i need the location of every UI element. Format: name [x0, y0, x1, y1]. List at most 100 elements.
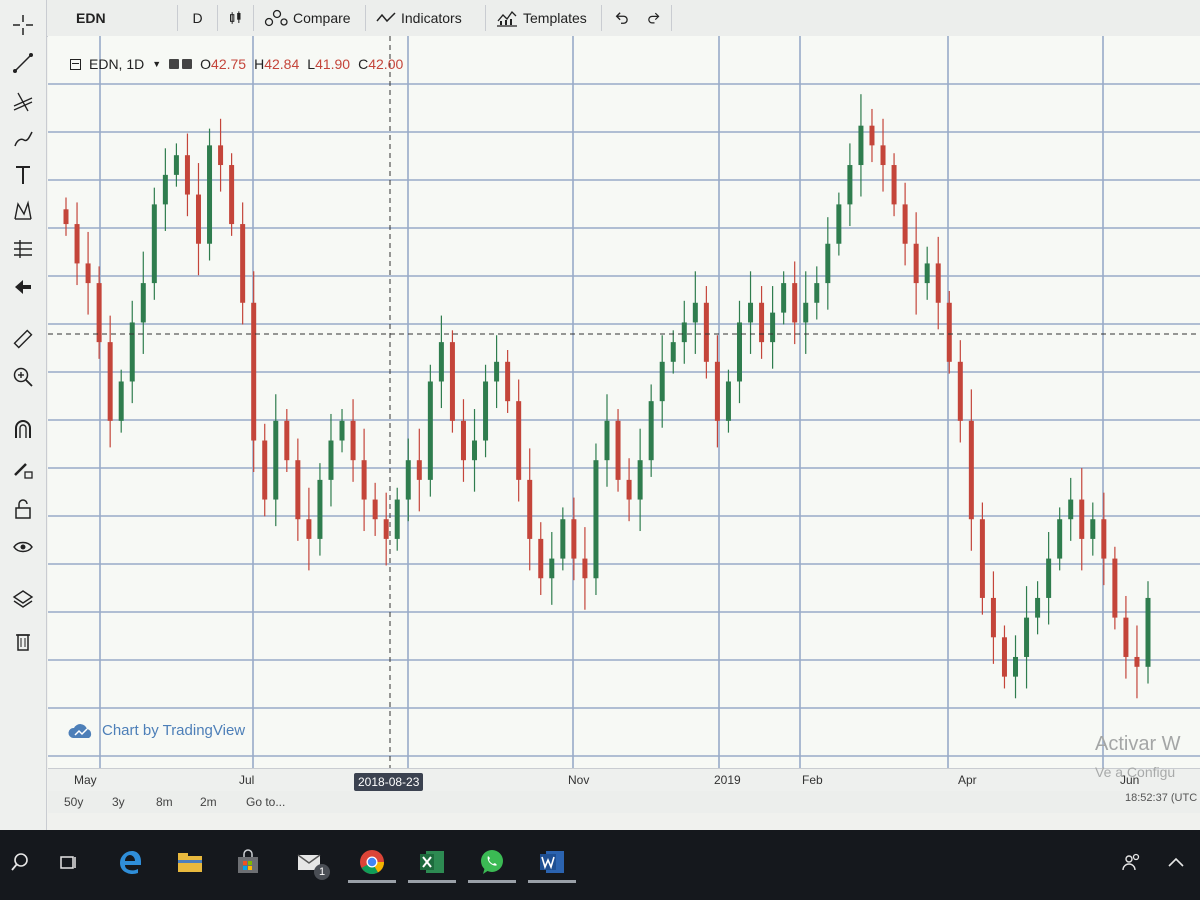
candle-body — [229, 165, 235, 225]
candle-body — [494, 361, 500, 382]
candle-body — [1134, 656, 1140, 667]
object-tree-tool[interactable] — [8, 584, 38, 614]
windows-activation-title: Activar W — [1095, 733, 1181, 755]
brush-tool[interactable] — [8, 124, 38, 154]
indicators-button[interactable]: Indicators — [366, 5, 486, 31]
interval-button[interactable]: D — [178, 5, 218, 31]
candle-body — [350, 420, 356, 461]
lock-drawing-tool[interactable] — [8, 454, 38, 484]
open-value: 42.75 — [211, 56, 247, 72]
ruler-tool[interactable] — [8, 324, 38, 354]
time-axis[interactable]: May Jul Nov 2019 Feb Apr Jun 2018-08-23 — [48, 768, 1200, 791]
task-view-button[interactable] — [48, 842, 88, 882]
settings-icon[interactable] — [169, 59, 180, 69]
whatsapp-button[interactable] — [472, 842, 512, 882]
chevron-down-icon[interactable]: ▼ — [152, 59, 161, 69]
candle-body — [637, 460, 643, 500]
candle-body — [770, 312, 776, 343]
candle-body — [858, 125, 864, 166]
remove-drawings-tool[interactable] — [8, 626, 38, 656]
windows-taskbar: 1 — [0, 830, 1200, 900]
text-tool[interactable] — [8, 160, 38, 190]
edge-browser-icon — [120, 851, 141, 874]
candle-body — [96, 283, 102, 343]
candle-body — [1035, 597, 1041, 618]
candle-body — [240, 224, 246, 303]
people-button[interactable] — [1112, 842, 1152, 882]
x-tick-label: Apr — [958, 773, 977, 787]
undo-button[interactable] — [604, 5, 638, 31]
unlock-icon — [15, 499, 31, 519]
zoom-tool[interactable] — [8, 362, 38, 392]
range-2m[interactable]: 2m — [200, 795, 217, 809]
candle-body — [935, 263, 941, 303]
chart-style-button[interactable] — [218, 5, 254, 31]
candle-body — [781, 283, 787, 313]
go-to-button[interactable]: Go to... — [246, 795, 285, 809]
candle-body — [1101, 519, 1107, 559]
ruler-icon — [13, 329, 33, 349]
templates-button[interactable]: Templates — [486, 5, 602, 31]
legend-symbol[interactable]: EDN, 1D — [89, 56, 144, 72]
hide-icon[interactable] — [182, 59, 193, 69]
tray-expand-button[interactable] — [1156, 842, 1196, 882]
pattern-icon — [14, 200, 32, 220]
candle-body — [306, 519, 312, 539]
candle-body — [725, 381, 731, 421]
candle-body — [162, 174, 168, 205]
price-chart[interactable] — [48, 36, 1200, 768]
hide-toolbar-button[interactable] — [8, 272, 38, 302]
high-value-group: H42.84 — [254, 56, 300, 72]
redo-button[interactable] — [638, 5, 672, 31]
chart-pane[interactable] — [48, 36, 1200, 768]
range-3y[interactable]: 3y — [112, 795, 125, 809]
excel-active-indicator — [408, 880, 456, 883]
candle-body — [527, 479, 533, 539]
templates-label: Templates — [523, 10, 587, 26]
candle-body — [582, 558, 588, 579]
candle-body — [880, 145, 886, 166]
candle-body — [604, 420, 610, 461]
candle-body — [924, 263, 930, 284]
candle-body — [814, 283, 820, 303]
magnet-icon — [15, 420, 31, 438]
candle-body — [659, 361, 665, 402]
people-icon — [1122, 853, 1140, 871]
crosshair-icon — [13, 15, 33, 35]
candle-body — [460, 420, 466, 461]
interval-label: D — [192, 10, 203, 26]
trend-line-tool[interactable] — [8, 48, 38, 78]
symbol-search-button[interactable]: EDN — [66, 5, 178, 31]
store-button[interactable] — [228, 842, 268, 882]
prediction-tool[interactable] — [8, 234, 38, 264]
lock-all-tool[interactable] — [8, 494, 38, 524]
fib-tool[interactable] — [8, 86, 38, 116]
visibility-tool[interactable] — [8, 532, 38, 562]
candle-body — [759, 302, 765, 343]
chrome-button[interactable] — [352, 842, 392, 882]
whatsapp-active-indicator — [468, 880, 516, 883]
candle-body — [262, 440, 268, 500]
candle-body — [803, 302, 809, 323]
x-tick-label: May — [74, 773, 97, 787]
pattern-tool[interactable] — [8, 196, 38, 226]
candle-body — [1057, 519, 1063, 559]
candle-body — [1068, 499, 1074, 520]
candle-body — [295, 460, 301, 520]
legend-collapse-icon[interactable] — [70, 58, 81, 70]
search-button[interactable] — [0, 842, 40, 882]
trash-icon — [16, 634, 30, 651]
excel-button[interactable] — [412, 842, 452, 882]
word-button[interactable] — [532, 842, 572, 882]
file-explorer-button[interactable] — [170, 842, 210, 882]
compare-button[interactable]: Compare — [254, 5, 366, 31]
tradingview-link[interactable]: Chart by TradingView — [68, 722, 245, 739]
magnet-tool[interactable] — [8, 414, 38, 444]
edge-button[interactable] — [110, 842, 150, 882]
crosshair-tool[interactable] — [8, 10, 38, 40]
range-50y[interactable]: 50y — [64, 795, 83, 809]
candle-body — [516, 401, 522, 480]
undo-icon — [615, 12, 628, 24]
range-8m[interactable]: 8m — [156, 795, 173, 809]
mail-button[interactable]: 1 — [290, 842, 330, 882]
